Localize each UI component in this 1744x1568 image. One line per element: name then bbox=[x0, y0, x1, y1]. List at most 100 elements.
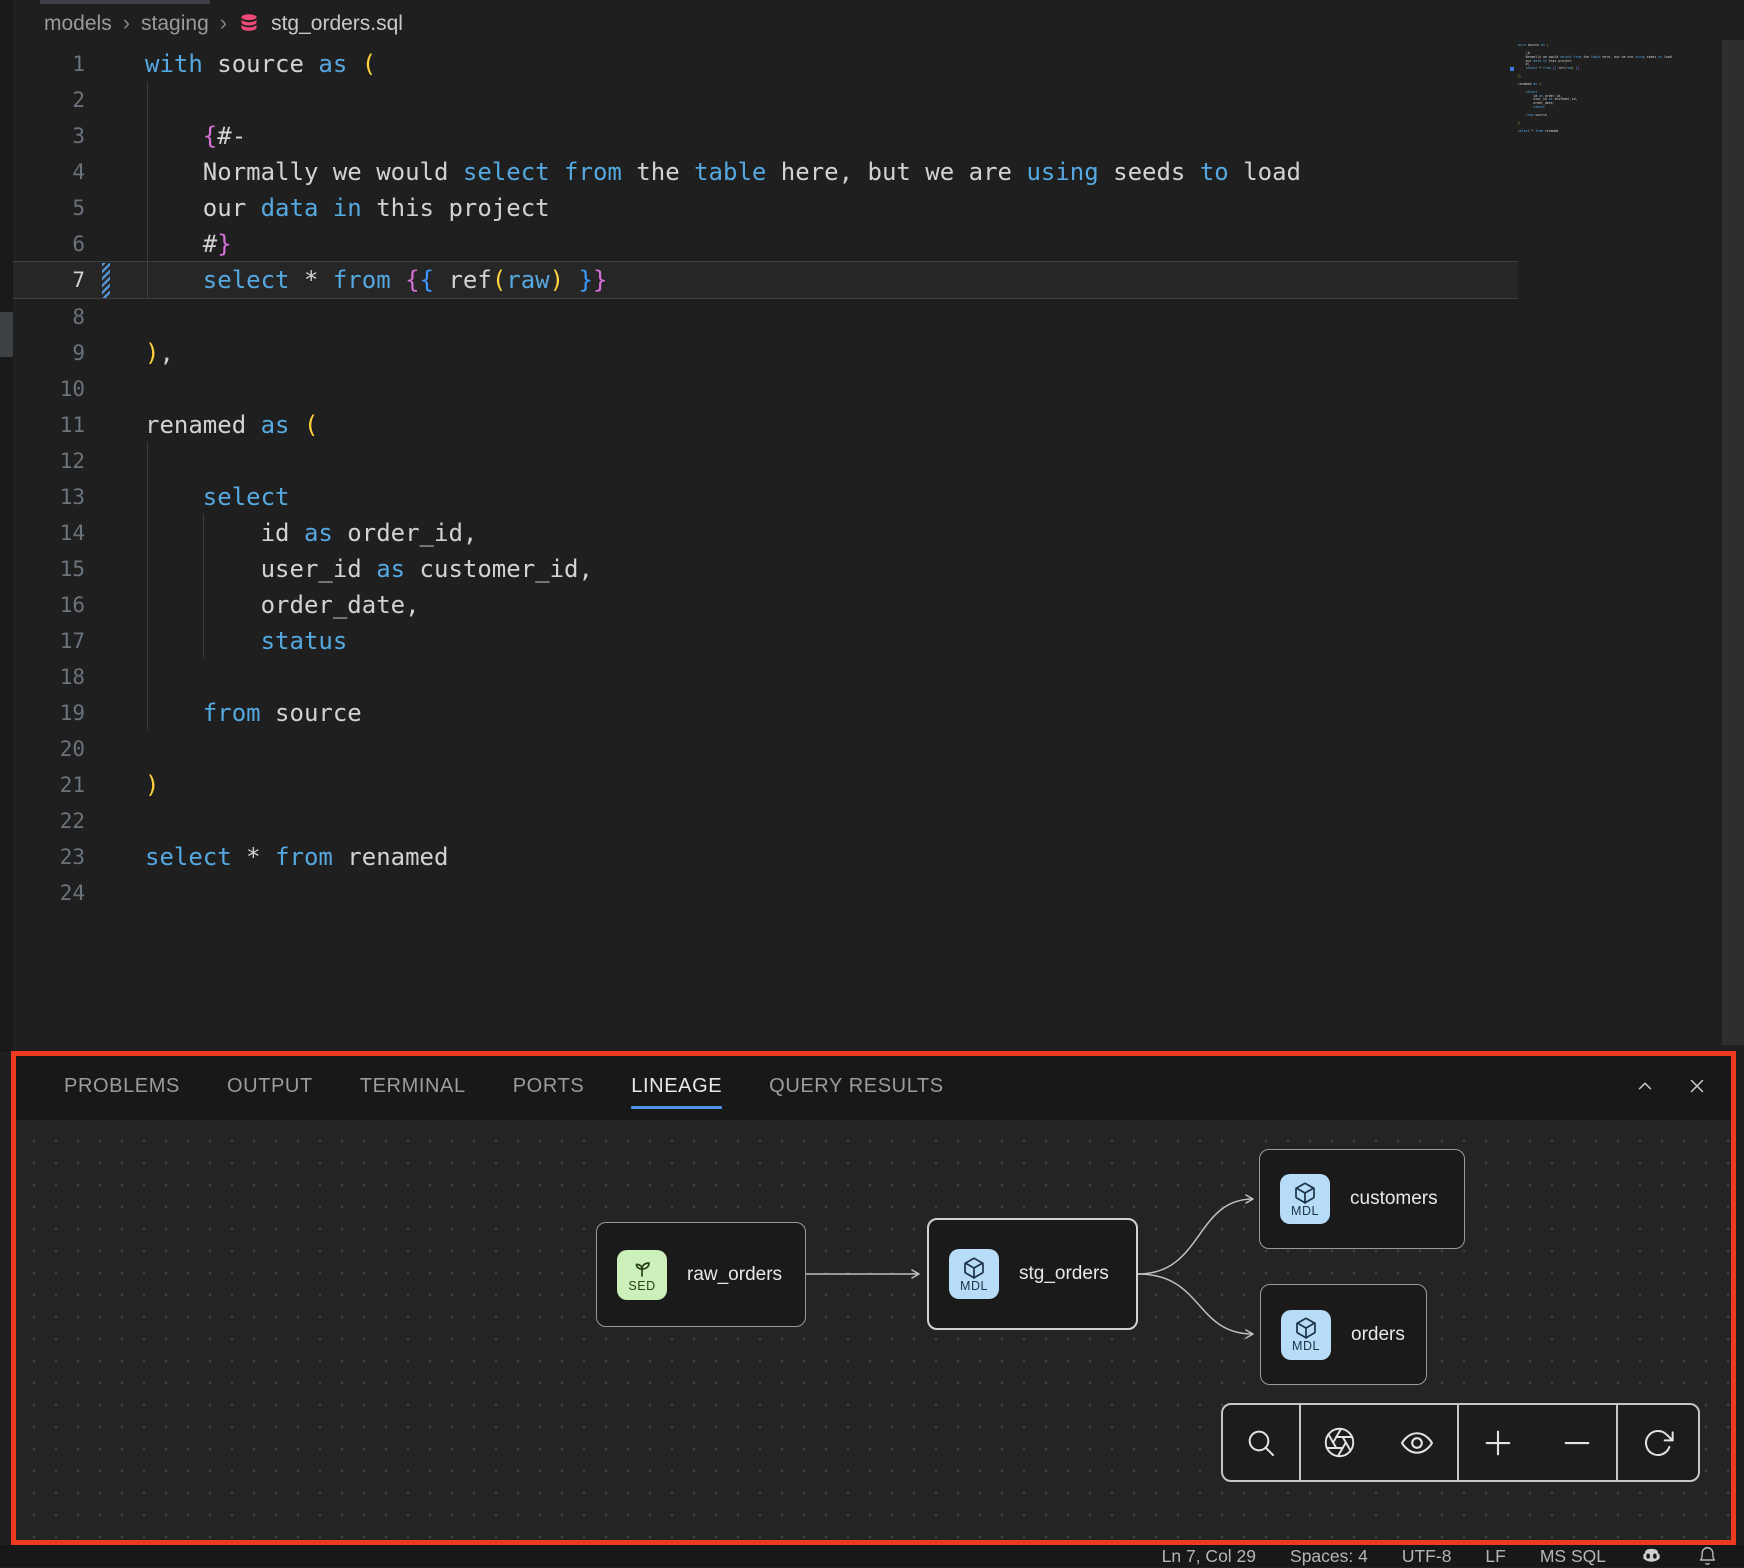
breadcrumb-separator-icon: › bbox=[123, 10, 130, 36]
database-icon bbox=[238, 13, 260, 35]
code-text: status bbox=[145, 623, 347, 659]
code-text: user_id as customer_id, bbox=[145, 551, 593, 587]
line-number: 4 bbox=[13, 154, 85, 190]
line-number: 13 bbox=[13, 479, 85, 515]
code-text: order_date, bbox=[145, 587, 420, 623]
breadcrumb-item-staging[interactable]: staging bbox=[141, 12, 209, 36]
code-line-22[interactable]: 22 bbox=[13, 803, 1518, 839]
minus-icon[interactable] bbox=[1560, 1426, 1594, 1460]
lineage-node-raw_orders[interactable]: SED raw_orders bbox=[596, 1222, 806, 1327]
code-text: select * from {{ ref(raw) }} bbox=[145, 262, 607, 298]
toolbar-group bbox=[1301, 1405, 1459, 1480]
code-line-19[interactable]: 19 from source bbox=[13, 695, 1518, 731]
breadcrumb-file-name[interactable]: stg_orders.sql bbox=[271, 12, 403, 36]
code-line-17[interactable]: 17 status bbox=[13, 623, 1518, 659]
scrollbar-track[interactable] bbox=[1722, 40, 1744, 1045]
left-scrollbar-thumb[interactable] bbox=[0, 312, 13, 357]
code-text: id as order_id, bbox=[145, 515, 477, 551]
tab-ports[interactable]: PORTS bbox=[513, 1052, 585, 1120]
status-encoding[interactable]: UTF-8 bbox=[1402, 1546, 1452, 1567]
code-editor[interactable]: 1with source as (23 {#-4 Normally we wou… bbox=[13, 46, 1518, 926]
node-badge-label: MDL bbox=[1291, 1204, 1319, 1218]
code-text: our data in this project bbox=[145, 190, 550, 226]
tab-lineage[interactable]: LINEAGE bbox=[631, 1052, 722, 1120]
line-number: 7 bbox=[13, 262, 85, 298]
code-line-16[interactable]: 16 order_date, bbox=[13, 587, 1518, 623]
node-badge-label: MDL bbox=[1292, 1339, 1320, 1353]
code-line-3[interactable]: 3 {#- bbox=[13, 118, 1518, 154]
breadcrumb-item-models[interactable]: models bbox=[44, 12, 112, 36]
bell-icon[interactable] bbox=[1697, 1546, 1718, 1567]
code-text: Normally we would select from the table … bbox=[145, 154, 1301, 190]
line-number: 6 bbox=[13, 226, 85, 262]
lineage-node-orders[interactable]: MDLorders bbox=[1260, 1284, 1427, 1385]
status-bar: Ln 7, Col 29 Spaces: 4 UTF-8 LF MS SQL bbox=[0, 1545, 1744, 1567]
status-eol[interactable]: LF bbox=[1485, 1546, 1505, 1567]
line-number: 5 bbox=[13, 190, 85, 226]
copilot-icon[interactable] bbox=[1640, 1545, 1663, 1568]
node-label: raw_orders bbox=[687, 1264, 782, 1286]
plus-icon[interactable] bbox=[1481, 1426, 1515, 1460]
breadcrumb[interactable]: models › staging › stg_orders.sql bbox=[44, 8, 403, 40]
line-number: 10 bbox=[13, 371, 85, 407]
lineage-node-stg_orders[interactable]: MDLstg_orders bbox=[927, 1218, 1138, 1330]
lineage-canvas[interactable]: SEDraw_ordersMDLstg_ordersMDLcustomersMD… bbox=[11, 1120, 1736, 1545]
seed-icon: SED bbox=[617, 1250, 667, 1300]
code-line-13[interactable]: 13 select bbox=[13, 479, 1518, 515]
code-line-9[interactable]: 9), bbox=[13, 335, 1518, 371]
line-number: 22 bbox=[13, 803, 85, 839]
code-line-12[interactable]: 12 bbox=[13, 443, 1518, 479]
line-number: 9 bbox=[13, 335, 85, 371]
code-line-24[interactable]: 24 bbox=[13, 875, 1518, 911]
line-number: 16 bbox=[13, 587, 85, 623]
code-line-18[interactable]: 18 bbox=[13, 659, 1518, 695]
toolbar-group bbox=[1223, 1405, 1301, 1480]
code-line-14[interactable]: 14 id as order_id, bbox=[13, 515, 1518, 551]
cube-icon: MDL bbox=[1281, 1310, 1331, 1360]
code-line-7[interactable]: 7 select * from {{ ref(raw) }} bbox=[13, 261, 1518, 299]
node-badge-label: MDL bbox=[960, 1279, 988, 1293]
cube-icon: MDL bbox=[1280, 1174, 1330, 1224]
code-line-11[interactable]: 11 renamed as ( bbox=[13, 407, 1518, 443]
status-indentation[interactable]: Spaces: 4 bbox=[1290, 1546, 1368, 1567]
code-line-2[interactable]: 2 bbox=[13, 82, 1518, 118]
line-number: 11 bbox=[13, 407, 85, 443]
line-number: 14 bbox=[13, 515, 85, 551]
code-line-5[interactable]: 5 our data in this project bbox=[13, 190, 1518, 226]
line-number: 21 bbox=[13, 767, 85, 803]
code-line-8[interactable]: 8 bbox=[13, 299, 1518, 335]
tab-problems[interactable]: PROBLEMS bbox=[64, 1052, 180, 1120]
lineage-node-customers[interactable]: MDLcustomers bbox=[1259, 1149, 1465, 1249]
status-language[interactable]: MS SQL bbox=[1540, 1546, 1606, 1567]
code-line-20[interactable]: 20 bbox=[13, 731, 1518, 767]
line-number: 3 bbox=[13, 118, 85, 154]
status-cursor-position[interactable]: Ln 7, Col 29 bbox=[1162, 1546, 1256, 1567]
code-line-23[interactable]: 23select * from renamed bbox=[13, 839, 1518, 875]
code-line-21[interactable]: 21) bbox=[13, 767, 1518, 803]
node-badge-label: SED bbox=[628, 1279, 655, 1293]
code-line-10[interactable]: 10 bbox=[13, 371, 1518, 407]
code-line-4[interactable]: 4 Normally we would select from the tabl… bbox=[13, 154, 1518, 190]
code-line-6[interactable]: 6 #} bbox=[13, 226, 1518, 262]
cube-icon: MDL bbox=[949, 1249, 999, 1299]
tab-output[interactable]: OUTPUT bbox=[227, 1052, 313, 1120]
chevron-up-icon[interactable] bbox=[1634, 1075, 1656, 1097]
code-text: ), bbox=[145, 335, 174, 371]
search-icon[interactable] bbox=[1245, 1427, 1277, 1459]
refresh-icon[interactable] bbox=[1642, 1427, 1674, 1459]
code-text: renamed as ( bbox=[145, 407, 318, 443]
aperture-icon[interactable] bbox=[1323, 1426, 1356, 1459]
code-text: ) bbox=[145, 767, 159, 803]
minimap[interactable]: with source as ( {#- Normally we would s… bbox=[1518, 44, 1690, 154]
code-text: {#- bbox=[145, 118, 246, 154]
code-line-15[interactable]: 15 user_id as customer_id, bbox=[13, 551, 1518, 587]
eye-icon[interactable] bbox=[1399, 1425, 1435, 1461]
line-number: 20 bbox=[13, 731, 85, 767]
line-number: 12 bbox=[13, 443, 85, 479]
tab-terminal[interactable]: TERMINAL bbox=[360, 1052, 466, 1120]
close-icon[interactable] bbox=[1686, 1075, 1708, 1097]
code-line-1[interactable]: 1with source as ( bbox=[13, 46, 1518, 82]
tab-query-results[interactable]: QUERY RESULTS bbox=[769, 1052, 944, 1120]
line-number: 24 bbox=[13, 875, 85, 911]
line-number: 19 bbox=[13, 695, 85, 731]
